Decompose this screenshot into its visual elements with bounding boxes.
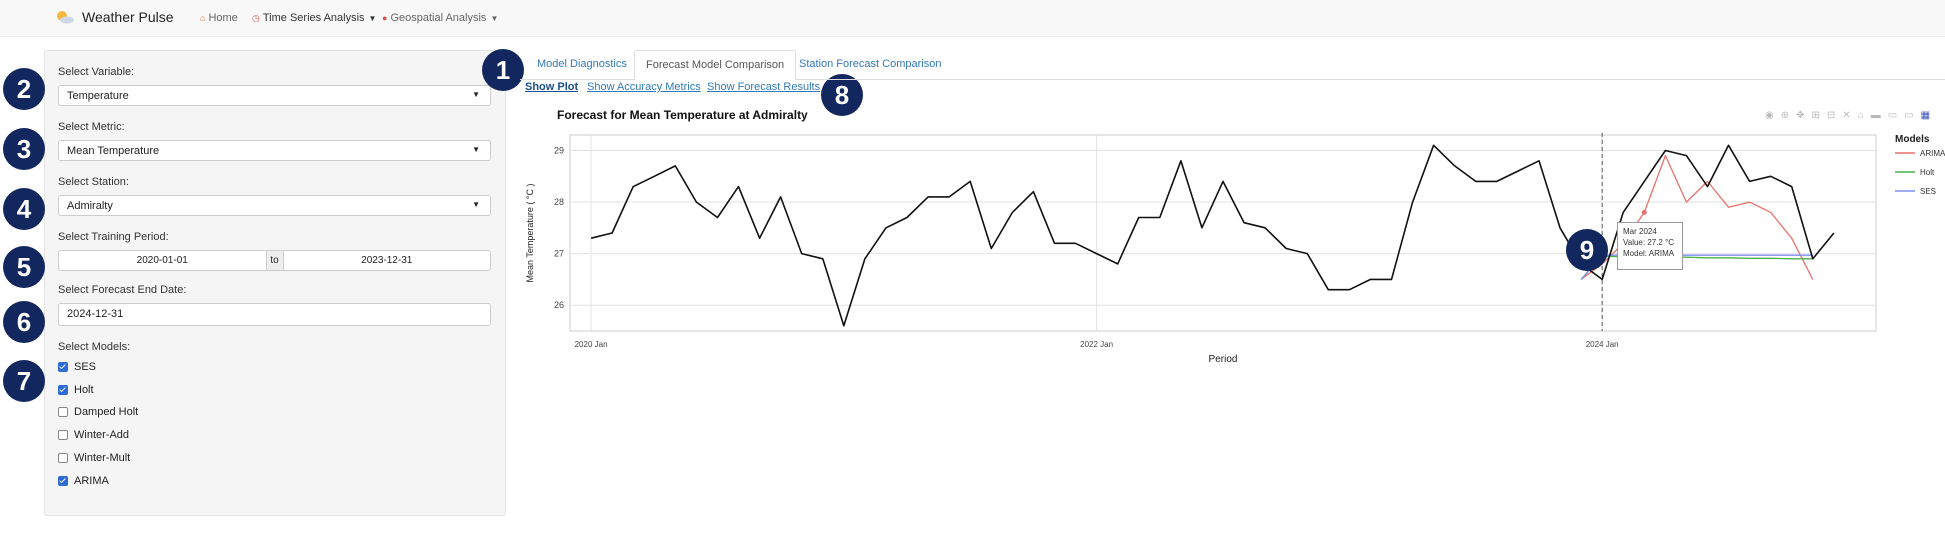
step-badge-2: 2 — [3, 68, 45, 110]
brand[interactable]: Weather Pulse — [55, 9, 174, 25]
y-tick-label: 28 — [554, 197, 564, 207]
caret-down-icon: ▼ — [472, 90, 480, 99]
caret-down-icon: ▼ — [490, 13, 499, 23]
model-label: Winter-Add — [74, 429, 130, 441]
caret-down-icon: ▼ — [472, 145, 480, 154]
nav-home-label: Home — [208, 12, 238, 24]
nav-geospatial-label: Geospatial Analysis — [390, 12, 487, 24]
checkbox-unchecked-icon[interactable] — [58, 430, 68, 440]
forecast-end-value: 2024-12-31 — [67, 308, 124, 320]
station-label: Select Station: — [58, 176, 129, 188]
tab-forecast-model-comparison[interactable]: Forecast Model Comparison — [634, 50, 797, 81]
model-label: ARIMA — [74, 475, 109, 487]
model-label: Winter-Mult — [74, 452, 131, 464]
legend-label: SES — [1920, 187, 1936, 196]
x-tick-label: 2022 Jan — [1080, 340, 1113, 349]
tooltip-line-1: Mar 2024 — [1623, 227, 1657, 236]
y-axis-label: Mean Temperature ( °C ) — [525, 184, 535, 283]
main-tabs: Model Diagnostics Forecast Model Compari… — [520, 50, 1945, 81]
step-badge-7: 7 — [3, 360, 45, 402]
models-label: Select Models: — [58, 341, 131, 353]
subtab-show-accuracy-metrics[interactable]: Show Accuracy Metrics — [587, 81, 701, 93]
hover-tooltip: Mar 2024 Value: 27.2 °C Model: ARIMA — [1617, 222, 1683, 270]
step-badge-1: 1 — [482, 49, 524, 91]
variable-label: Select Variable: — [58, 66, 135, 78]
step-badge-6: 6 — [3, 301, 45, 343]
y-tick-label: 29 — [554, 145, 564, 155]
nav-time-series[interactable]: ◷ Time Series Analysis ▼ — [252, 12, 376, 24]
y-tick-label: 26 — [554, 300, 564, 310]
metric-value: Mean Temperature — [67, 145, 160, 157]
tab-model-diagnostics[interactable]: Model Diagnostics — [526, 50, 638, 78]
model-checkbox-damped-holt[interactable]: Damped Holt — [58, 406, 138, 418]
training-end-input[interactable]: 2023-12-31 — [284, 251, 491, 270]
legend-label: Holt — [1920, 168, 1935, 177]
variable-select[interactable]: Temperature ▼ — [58, 85, 491, 106]
hover-point — [1641, 209, 1647, 215]
navbar: Weather Pulse ⌂ Home ◷ Time Series Analy… — [0, 0, 1945, 37]
legend-title: Models — [1895, 134, 1930, 145]
model-checkbox-holt[interactable]: Holt — [58, 384, 94, 396]
metric-select[interactable]: Mean Temperature ▼ — [58, 140, 491, 161]
forecast-end-input[interactable]: 2024-12-31 — [58, 303, 491, 326]
clock-icon: ◷ — [252, 12, 260, 23]
training-to: to — [265, 251, 284, 270]
checkbox-checked-icon[interactable] — [58, 476, 68, 486]
step-badge-8: 8 — [821, 74, 863, 116]
subtab-show-plot[interactable]: Show Plot — [525, 81, 578, 93]
step-badge-9: 9 — [1566, 229, 1608, 271]
model-label: Damped Holt — [74, 406, 139, 418]
station-value: Admiralty — [67, 200, 113, 212]
tab-station-forecast-comparison[interactable]: Station Forecast Comparison — [788, 50, 952, 78]
x-tick-label: 2020 Jan — [575, 340, 608, 349]
nav-time-series-label: Time Series Analysis — [262, 12, 365, 24]
model-label: SES — [74, 361, 97, 373]
x-axis-label: Period — [1209, 354, 1238, 365]
checkbox-unchecked-icon[interactable] — [58, 453, 68, 463]
model-checkbox-ses[interactable]: SES — [58, 361, 96, 373]
subtab-show-forecast-results[interactable]: Show Forecast Results — [707, 81, 820, 93]
x-tick-label: 2024 Jan — [1586, 340, 1619, 349]
forecast-label: Select Forecast End Date: — [58, 284, 187, 296]
step-badge-3: 3 — [3, 128, 45, 170]
forecast-chart[interactable]: 26 27 28 29 2020 Jan 2022 Jan 2024 Jan Period Me… — [520, 120, 1945, 380]
y-tick-label: 27 — [554, 249, 564, 259]
sun-cloud-icon — [55, 10, 75, 24]
training-daterange: 2020-01-01 to 2023-12-31 — [58, 250, 491, 271]
model-checkbox-winter-add[interactable]: Winter-Add — [58, 429, 129, 441]
caret-down-icon: ▼ — [368, 13, 377, 23]
sidebar-panel: Select Variable: Temperature ▼ Select Me… — [44, 50, 506, 516]
legend: Models ARIMA Holt SES — [1895, 134, 1945, 196]
caret-down-icon: ▼ — [472, 200, 480, 209]
nav-home[interactable]: ⌂ Home — [200, 12, 238, 24]
brand-title: Weather Pulse — [82, 9, 174, 25]
model-label: Holt — [74, 384, 94, 396]
training-label: Select Training Period: — [58, 231, 169, 243]
legend-label: ARIMA — [1920, 149, 1945, 158]
checkbox-checked-icon[interactable] — [58, 362, 68, 372]
variable-value: Temperature — [67, 90, 129, 102]
metric-label: Select Metric: — [58, 121, 125, 133]
checkbox-unchecked-icon[interactable] — [58, 407, 68, 417]
model-checkbox-winter-mult[interactable]: Winter-Mult — [58, 452, 130, 464]
station-select[interactable]: Admiralty ▼ — [58, 195, 491, 216]
home-icon: ⌂ — [200, 13, 206, 23]
step-badge-4: 4 — [3, 188, 45, 230]
training-start-input[interactable]: 2020-01-01 — [59, 251, 266, 270]
map-pin-icon: ● — [382, 13, 388, 23]
checkbox-checked-icon[interactable] — [58, 385, 68, 395]
tooltip-line-3: Model: ARIMA — [1623, 249, 1675, 258]
tooltip-line-2: Value: 27.2 °C — [1623, 238, 1675, 247]
nav-geospatial[interactable]: ● Geospatial Analysis ▼ — [382, 12, 498, 24]
model-checkbox-arima[interactable]: ARIMA — [58, 475, 109, 487]
step-badge-5: 5 — [3, 246, 45, 288]
